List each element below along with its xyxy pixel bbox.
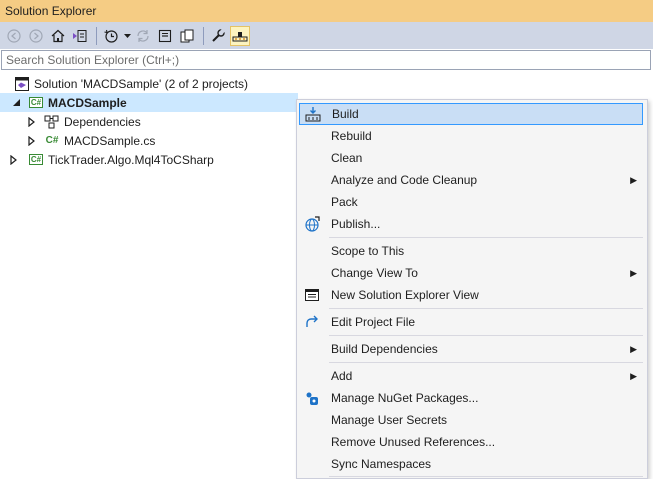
collapsed-arrow-icon[interactable] (8, 154, 20, 166)
toolbar-separator (96, 26, 97, 45)
redo-arrow-icon (303, 313, 321, 331)
window-title: Solution Explorer (5, 4, 97, 18)
menu-item-rebuild[interactable]: Rebuild (299, 125, 643, 147)
menu-item-change-view[interactable]: Change View To ▶ (299, 262, 643, 284)
tree-item-project-macdsample[interactable]: C# MACDSample (0, 93, 298, 112)
collapse-all-icon[interactable] (155, 26, 175, 46)
sync-icon[interactable] (133, 26, 153, 46)
submenu-arrow-icon: ▶ (630, 174, 637, 185)
forward-icon[interactable] (26, 26, 46, 46)
dependencies-label: Dependencies (64, 114, 141, 129)
switch-views-icon[interactable] (70, 26, 90, 46)
menu-item-secrets[interactable]: Manage User Secrets (299, 409, 643, 431)
csharp-project-icon: C# (28, 97, 44, 108)
menu-separator (329, 362, 643, 363)
submenu-arrow-icon: ▶ (630, 267, 637, 278)
menu-item-clean[interactable]: Clean (299, 147, 643, 169)
build-icon (304, 105, 322, 123)
menu-separator (329, 308, 643, 309)
menu-label: Rebuild (331, 129, 372, 143)
menu-label: Remove Unused References... (331, 435, 496, 449)
menu-label: Manage NuGet Packages... (331, 391, 479, 405)
menu-item-build-deps[interactable]: Build Dependencies ▶ (299, 338, 643, 360)
project-label: TickTrader.Algo.Mql4ToCSharp (48, 152, 214, 167)
menu-item-analyze[interactable]: Analyze and Code Cleanup ▶ (299, 169, 643, 191)
csharp-project-icon: C# (28, 154, 44, 165)
file-label: MACDSample.cs (64, 133, 156, 148)
collapsed-arrow-icon[interactable] (26, 135, 38, 147)
window-title-bar: Solution Explorer (0, 0, 653, 22)
show-all-files-icon[interactable] (177, 26, 197, 46)
menu-label: Sync Namespaces (331, 457, 432, 471)
preview-selected-icon[interactable] (230, 25, 250, 46)
collapsed-arrow-icon[interactable] (26, 116, 38, 128)
menu-label: Clean (331, 151, 363, 165)
solution-label: Solution 'MACDSample' (2 of 2 projects) (34, 76, 249, 91)
nuget-icon (303, 389, 321, 407)
back-icon[interactable] (4, 26, 24, 46)
menu-label: Manage User Secrets (331, 413, 448, 427)
menu-label: Edit Project File (331, 315, 416, 329)
submenu-arrow-icon: ▶ (630, 343, 637, 354)
menu-item-publish[interactable]: Publish... (299, 213, 643, 235)
menu-label: Build (332, 107, 359, 121)
toolbar-separator (203, 26, 204, 45)
history-icon[interactable] (101, 26, 121, 46)
home-icon[interactable] (48, 26, 68, 46)
tree-item-solution[interactable]: Solution 'MACDSample' (2 of 2 projects) (0, 74, 653, 93)
submenu-arrow-icon: ▶ (630, 370, 637, 381)
context-menu: Build Rebuild Clean Analyze and Code Cle… (296, 99, 648, 479)
menu-label: Scope to This (331, 244, 405, 258)
menu-label: Add (331, 369, 353, 383)
menu-label: Analyze and Code Cleanup (331, 173, 478, 187)
globe-publish-icon (303, 215, 321, 233)
menu-label: Build Dependencies (331, 342, 438, 356)
menu-separator (329, 237, 643, 238)
menu-item-remove-refs[interactable]: Remove Unused References... (299, 431, 643, 453)
menu-item-build[interactable]: Build (299, 103, 643, 125)
dependencies-icon (44, 114, 60, 130)
menu-item-add[interactable]: Add ▶ (299, 365, 643, 387)
chevron-down-icon[interactable] (123, 26, 131, 46)
menu-label: Pack (331, 195, 358, 209)
menu-item-new-view[interactable]: New Solution Explorer View (299, 284, 643, 306)
menu-label: Publish... (331, 217, 381, 231)
menu-item-edit-project[interactable]: Edit Project File (299, 311, 643, 333)
menu-item-scope[interactable]: Scope to This (299, 240, 643, 262)
expanded-arrow-icon[interactable] (10, 97, 22, 109)
menu-item-sync-namespaces[interactable]: Sync Namespaces (299, 453, 643, 475)
menu-item-nuget[interactable]: Manage NuGet Packages... (299, 387, 643, 409)
project-label: MACDSample (48, 95, 127, 110)
search-box[interactable] (1, 50, 651, 70)
menu-label: Change View To (331, 266, 418, 280)
properties-icon[interactable] (208, 26, 228, 46)
csharp-file-icon: C# (45, 135, 59, 146)
menu-item-pack[interactable]: Pack (299, 191, 643, 213)
search-input[interactable] (6, 53, 650, 67)
solution-icon (14, 76, 30, 92)
solution-explorer-toolbar (0, 22, 653, 49)
menu-label: New Solution Explorer View (331, 288, 479, 302)
menu-separator (329, 476, 643, 477)
menu-separator (329, 335, 643, 336)
new-window-icon (303, 286, 321, 304)
